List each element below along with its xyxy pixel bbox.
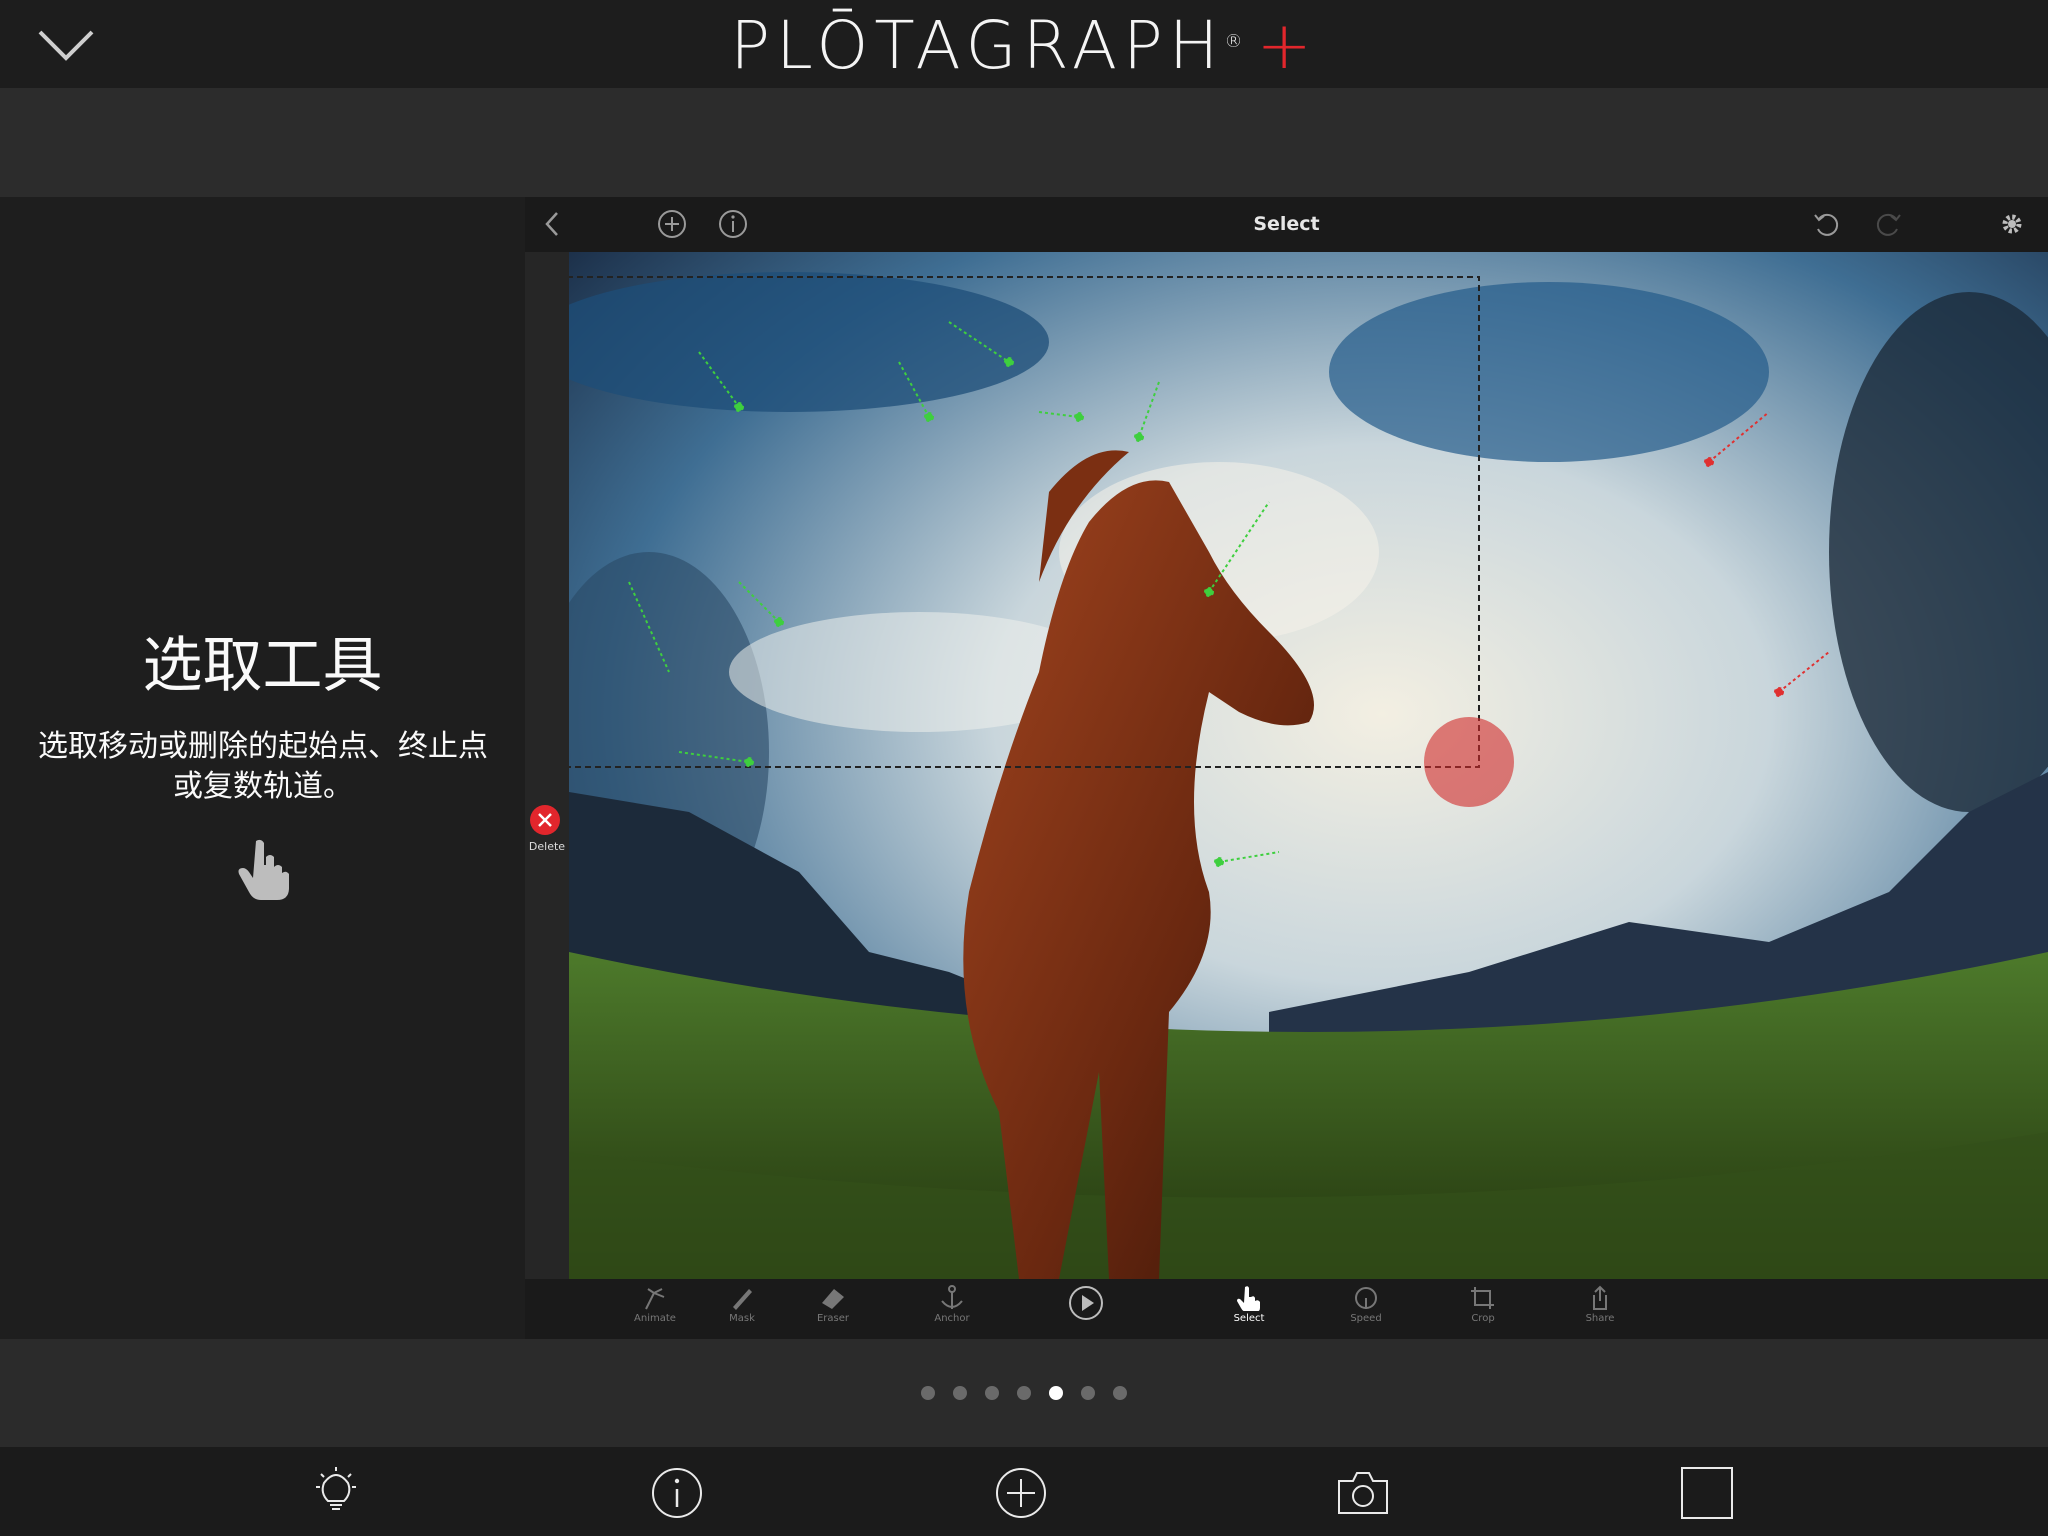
app-preview: Select Delete Animate Mask Eraser Anchor… — [525, 197, 2048, 1339]
logo-text: PLŌTAGRAPH — [730, 7, 1225, 84]
add-icon[interactable] — [993, 1465, 1049, 1521]
top-bar: PLŌTAGRAPH® + — [0, 0, 2048, 88]
crop-icon — [1471, 1287, 1494, 1309]
settings-icon[interactable] — [1995, 207, 2029, 241]
tool-play[interactable] — [1051, 1285, 1121, 1337]
header-band — [0, 88, 2048, 197]
eraser-icon — [822, 1289, 844, 1309]
logo-registered-mark: ® — [1224, 31, 1243, 52]
tool-animate[interactable]: Animate — [620, 1285, 690, 1337]
page-dot[interactable] — [985, 1386, 999, 1400]
page-indicator — [0, 1386, 2048, 1400]
share-icon — [1593, 1285, 1607, 1310]
page-dot[interactable] — [953, 1386, 967, 1400]
page-dot[interactable] — [1081, 1386, 1095, 1400]
tool-eraser[interactable]: Eraser — [798, 1285, 868, 1337]
play-icon — [1069, 1286, 1103, 1320]
lightbulb-icon[interactable] — [308, 1465, 364, 1521]
tool-share[interactable]: Share — [1565, 1285, 1635, 1337]
delete-label: Delete — [528, 840, 566, 853]
square-icon[interactable] — [1679, 1465, 1735, 1521]
tool-label: Eraser — [816, 1313, 850, 1324]
horse-photo[interactable] — [569, 252, 2048, 1279]
tool-label: Anchor — [934, 1313, 970, 1324]
tool-speed[interactable]: Speed — [1331, 1285, 1401, 1337]
hand-pointer-icon — [1237, 1286, 1260, 1311]
camera-icon[interactable] — [1335, 1465, 1391, 1521]
undo-icon[interactable] — [1810, 207, 1844, 241]
tutorial-title: 选取工具 — [142, 631, 383, 701]
anchor-icon — [941, 1285, 963, 1309]
hand-pointer-icon — [238, 839, 289, 900]
delete-icon[interactable] — [529, 804, 561, 836]
tutorial-description: 选取移动或删除的起始点、终止点或复数轨道。 — [38, 729, 488, 804]
page-dot-active[interactable] — [1049, 1386, 1063, 1400]
tool-label: Crop — [1471, 1313, 1495, 1324]
info-icon[interactable] — [649, 1465, 705, 1521]
tool-anchor[interactable]: Anchor — [917, 1285, 987, 1337]
page-dot[interactable] — [1113, 1386, 1127, 1400]
page-dot[interactable] — [1017, 1386, 1031, 1400]
redo-icon[interactable] — [1871, 207, 1905, 241]
tool-bar: Animate Mask Eraser Anchor Select Speed … — [525, 1279, 2048, 1339]
tutorial-panel: 选取工具 选取移动或删除的起始点、终止点或复数轨道。 — [0, 197, 525, 1339]
tool-label: Select — [1233, 1313, 1265, 1324]
tool-label: Share — [1585, 1313, 1615, 1324]
brush-icon — [733, 1289, 752, 1310]
bottom-tab-bar — [0, 1447, 2048, 1536]
animate-icon — [645, 1288, 665, 1310]
tool-mask[interactable]: Mask — [707, 1285, 777, 1337]
tool-label: Mask — [729, 1313, 755, 1324]
tool-label: Animate — [634, 1313, 676, 1324]
app-logo: PLŌTAGRAPH® + — [0, 0, 2048, 88]
preview-toolbar: Select — [525, 197, 2048, 252]
speed-icon — [1355, 1287, 1377, 1309]
tool-crop[interactable]: Crop — [1448, 1285, 1518, 1337]
tool-label: Speed — [1350, 1313, 1382, 1324]
page-dot[interactable] — [921, 1386, 935, 1400]
side-strip: Delete — [525, 252, 569, 1279]
logo-plus: + — [1256, 7, 1318, 84]
tool-select[interactable]: Select — [1214, 1285, 1284, 1337]
